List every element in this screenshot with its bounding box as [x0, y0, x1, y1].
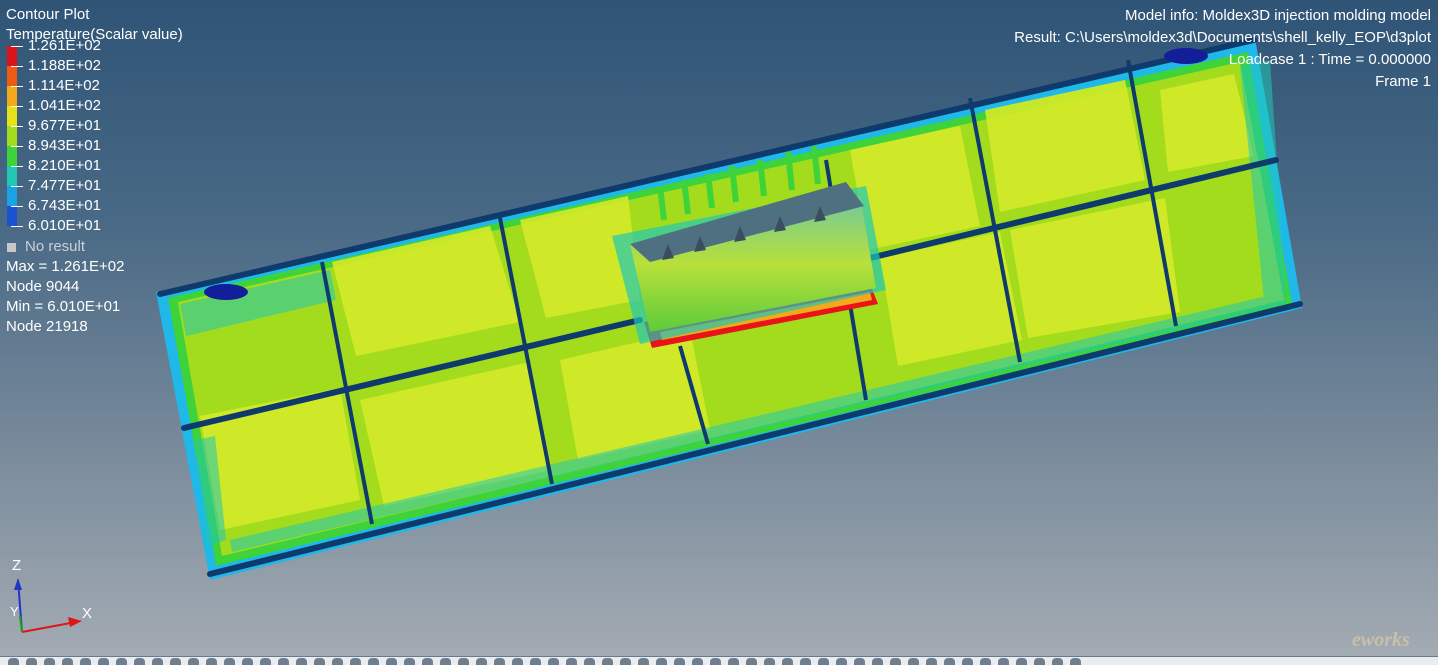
legend-no-result: No result	[6, 237, 183, 257]
legend-tick	[11, 86, 23, 87]
legend-tick	[11, 206, 23, 207]
model-info-panel: Model info: Moldex3D injection molding m…	[1014, 5, 1431, 93]
x-axis-label: X	[82, 605, 92, 622]
x-axis-arrow	[68, 617, 82, 627]
legend-level-label: 1.041E+02	[28, 97, 101, 114]
no-result-label: No result	[25, 238, 86, 255]
legend-tick	[11, 46, 23, 47]
z-axis-arrow	[14, 578, 22, 590]
result-path: Result: C:\Users\moldex3d\Documents\shel…	[1014, 29, 1431, 46]
legend-tick	[11, 106, 23, 107]
legend-level-label: 1.261E+02	[28, 37, 101, 54]
legend-color-scale: 1.261E+02 1.188E+02 1.114E+02 1.041E+02 9.67…	[6, 37, 183, 237]
no-result-swatch	[7, 242, 16, 252]
y-axis-label: Y	[10, 604, 19, 619]
legend-tick	[11, 166, 23, 167]
legend-level-label: 1.114E+02	[28, 77, 100, 94]
legend-tick	[11, 226, 23, 227]
legend-swatch	[7, 126, 17, 146]
legend-level-label: 7.477E+01	[28, 177, 101, 194]
legend-swatch	[7, 146, 17, 166]
legend-tick	[11, 126, 23, 127]
legend-tick	[11, 66, 23, 67]
max-value: Max = 1.261E+02	[6, 258, 125, 275]
model-info: Model info: Moldex3D injection molding m…	[1125, 7, 1431, 24]
legend-level-label: 8.943E+01	[28, 137, 101, 154]
axis-triad: Z Y X	[10, 557, 92, 633]
legend-swatch	[7, 206, 17, 226]
min-node: Node 21918	[6, 318, 88, 335]
legend-tick	[11, 186, 23, 187]
graphics-viewport[interactable]: Contour Plot Temperature(Scalar value) 1…	[0, 0, 1438, 656]
contour-legend: Contour Plot Temperature(Scalar value) 1…	[6, 5, 183, 337]
min-value: Min = 6.010E+01	[6, 298, 121, 315]
legend-swatch	[7, 166, 17, 186]
legend-swatch	[7, 106, 17, 126]
molded-part-contour[interactable]	[0, 0, 1438, 656]
legend-swatch	[7, 46, 17, 66]
z-axis-label: Z	[12, 557, 21, 574]
legend-level-label: 1.188E+02	[28, 57, 101, 74]
legend-plot-title: Contour Plot	[6, 6, 90, 23]
loadcase-time: Loadcase 1 : Time = 0.000000	[1228, 51, 1431, 68]
legend-level-label: 8.210E+01	[28, 157, 101, 174]
legend-swatch	[7, 66, 17, 86]
legend-level-label: 6.743E+01	[28, 197, 101, 214]
corner-feature-left	[204, 284, 248, 300]
frame-number: Frame 1	[1375, 73, 1431, 90]
eworks-watermark: eworks	[1352, 629, 1410, 651]
legend-level-label: 9.677E+01	[28, 117, 101, 134]
watermark-text: eworks	[1352, 629, 1410, 651]
x-axis-line	[21, 621, 77, 633]
legend-level-label: 6.010E+01	[28, 217, 101, 234]
legend-swatch	[7, 86, 17, 106]
legend-tick	[11, 146, 23, 147]
legend-swatch	[7, 186, 17, 206]
max-node: Node 9044	[6, 278, 80, 295]
